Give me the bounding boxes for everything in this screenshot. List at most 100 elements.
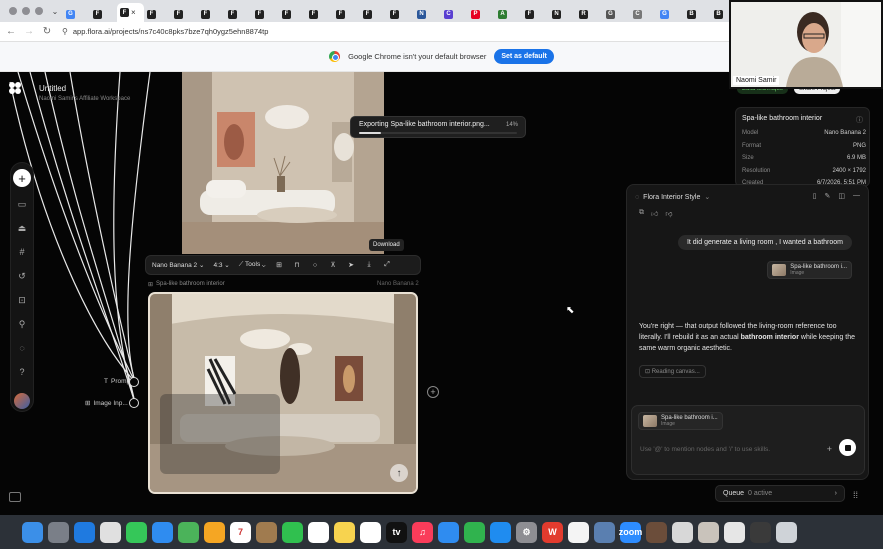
back-arrow-icon[interactable]: ← bbox=[4, 26, 18, 37]
dock-doc-thumb-4-icon[interactable] bbox=[724, 521, 745, 543]
dock-mail-icon[interactable] bbox=[152, 521, 173, 543]
chat-input[interactable]: Use '@' to mention nodes and '/' to use … bbox=[640, 446, 770, 453]
model-select[interactable]: Nano Banana 2 ⌄ bbox=[152, 261, 204, 269]
dock-notes-icon[interactable] bbox=[334, 521, 355, 543]
tools-select[interactable]: ⟋ Tools ⌄ bbox=[239, 261, 266, 269]
url-text[interactable]: app.flora.ai/projects/ns7c40c8pks7bze7qh… bbox=[73, 27, 269, 36]
dock-system-settings-icon[interactable]: ⚙ bbox=[516, 521, 537, 543]
dock-launchpad-icon[interactable] bbox=[48, 521, 69, 543]
lock-icon[interactable]: ⊓ bbox=[293, 261, 302, 270]
generated-image-node[interactable]: ↑ bbox=[148, 292, 418, 494]
expand-icon[interactable]: ⤢ bbox=[383, 261, 392, 270]
minimize-window-button[interactable] bbox=[22, 7, 30, 15]
dock-app-red-icon[interactable]: W bbox=[542, 521, 563, 543]
ratio-select[interactable]: 4:3 ⌄ bbox=[213, 261, 229, 269]
dock-doc-thumb-3-icon[interactable] bbox=[698, 521, 719, 543]
browser-tab[interactable]: F bbox=[522, 6, 549, 22]
dock-app-store-icon[interactable] bbox=[490, 521, 511, 543]
sidebar-icon[interactable]: ◫ bbox=[838, 192, 845, 200]
thumbs-up-icon[interactable]: 👍︎ bbox=[651, 209, 658, 218]
queue-bar[interactable]: Queue 0 active › bbox=[715, 485, 845, 502]
thumbs-down-icon[interactable]: 👎︎ bbox=[665, 209, 672, 218]
download-icon[interactable]: ⤓ bbox=[365, 261, 374, 270]
send-icon[interactable]: ➤ bbox=[347, 261, 356, 270]
close-window-button[interactable] bbox=[9, 7, 17, 15]
browser-tab[interactable]: F bbox=[333, 6, 360, 22]
stop-generation-button[interactable] bbox=[839, 439, 856, 456]
dock-numbers-icon[interactable] bbox=[464, 521, 485, 543]
dock-doc-thumb-2-icon[interactable] bbox=[672, 521, 693, 543]
dock-tv-icon[interactable]: tv bbox=[386, 521, 407, 543]
browser-tab[interactable]: G bbox=[603, 6, 630, 22]
circle-icon[interactable]: ○ bbox=[311, 261, 320, 270]
workspace-title[interactable]: Untitled bbox=[39, 84, 66, 93]
browser-tab[interactable]: N bbox=[549, 6, 576, 22]
reference-image-node[interactable] bbox=[182, 72, 384, 254]
browser-tab[interactable]: C bbox=[630, 6, 657, 22]
site-settings-icon[interactable]: ⚲ bbox=[62, 27, 68, 36]
browser-tab[interactable]: F bbox=[225, 6, 252, 22]
dock-freeform-icon[interactable] bbox=[360, 521, 381, 543]
flora-canvas[interactable]: Untitled Naomi Samir's Affiliate Workspa… bbox=[0, 72, 883, 515]
browser-tab[interactable]: R bbox=[576, 6, 603, 22]
frame-icon[interactable]: ⊡ bbox=[15, 293, 29, 307]
dock-maps-icon[interactable] bbox=[178, 521, 199, 543]
composer-attachment-chip[interactable]: Spa-like bathroom i... Image bbox=[638, 412, 723, 430]
browser-tab[interactable]: B bbox=[684, 6, 711, 22]
close-tab-icon[interactable]: × bbox=[131, 8, 136, 17]
browser-tab[interactable]: G bbox=[657, 6, 684, 22]
browser-tab[interactable]: F bbox=[279, 6, 306, 22]
search-icon[interactable]: ⚲ bbox=[15, 317, 29, 331]
dock-finder-icon[interactable] bbox=[22, 521, 43, 543]
dock-trash-icon[interactable] bbox=[776, 521, 797, 543]
url-field[interactable]: ⚲ app.flora.ai/projects/ns7c40c8pks7bze7… bbox=[62, 27, 268, 36]
avatar[interactable] bbox=[14, 393, 30, 409]
tab-search-icon[interactable]: ⌄ bbox=[49, 5, 61, 17]
history-icon[interactable]: ↺ bbox=[15, 269, 29, 283]
dock-reminders-icon[interactable] bbox=[308, 521, 329, 543]
browser-tab[interactable]: P bbox=[468, 6, 495, 22]
dock-chrome-icon[interactable] bbox=[100, 521, 121, 543]
copy-icon[interactable]: ⧉ bbox=[639, 209, 644, 218]
add-node-button[interactable]: + bbox=[13, 169, 31, 187]
browser-tab[interactable]: A bbox=[495, 6, 522, 22]
dock-capcut-icon[interactable] bbox=[568, 521, 589, 543]
add-connection-button[interactable]: + bbox=[427, 386, 439, 398]
browser-tab[interactable]: N bbox=[414, 6, 441, 22]
dock-notes-brown-icon[interactable] bbox=[256, 521, 277, 543]
minimize-icon[interactable]: — bbox=[853, 192, 860, 200]
dock-photos-icon[interactable] bbox=[204, 521, 225, 543]
set-default-button[interactable]: Set as default bbox=[494, 49, 554, 64]
prompt-port[interactable] bbox=[129, 377, 139, 387]
panel-toggle-icon[interactable] bbox=[9, 492, 21, 502]
chat-icon[interactable]: ◌ bbox=[15, 341, 29, 355]
upload-arrow-button[interactable]: ↑ bbox=[390, 464, 408, 482]
dock-preview-icon[interactable] bbox=[594, 521, 615, 543]
browser-tab[interactable]: F × bbox=[117, 3, 144, 22]
book-icon[interactable]: ▯ bbox=[813, 192, 817, 200]
dock-messages-icon[interactable] bbox=[126, 521, 147, 543]
dock-doc-thumb-1-icon[interactable] bbox=[646, 521, 667, 543]
flora-logo-icon[interactable] bbox=[8, 81, 22, 95]
crop-icon[interactable]: ⊞ bbox=[275, 261, 284, 270]
browser-tab[interactable]: F bbox=[144, 6, 171, 22]
browser-tab[interactable]: F bbox=[90, 6, 117, 22]
browser-tab[interactable]: F bbox=[171, 6, 198, 22]
browser-tab[interactable]: F bbox=[252, 6, 279, 22]
browser-tab[interactable]: F bbox=[360, 6, 387, 22]
stamp-icon[interactable]: ⏏ bbox=[15, 221, 29, 235]
chat-composer[interactable]: Spa-like bathroom i... Image Use '@' to m… bbox=[631, 405, 865, 475]
browser-tab[interactable]: G bbox=[63, 6, 90, 22]
dock-calendar-icon[interactable]: 7 bbox=[230, 521, 251, 543]
dock-zoom-icon[interactable]: zoom bbox=[619, 521, 642, 543]
reload-icon[interactable]: ↻ bbox=[40, 26, 54, 37]
hash-icon[interactable]: # bbox=[15, 245, 29, 259]
grid-dots-icon[interactable]: ⁞⁞ bbox=[853, 490, 858, 500]
browser-tab[interactable]: F bbox=[306, 6, 333, 22]
dock-facetime-icon[interactable] bbox=[282, 521, 303, 543]
help-icon[interactable]: ? bbox=[15, 365, 29, 379]
forward-arrow-icon[interactable]: → bbox=[22, 26, 36, 37]
dock-safari-icon[interactable] bbox=[74, 521, 95, 543]
browser-tab[interactable]: C bbox=[441, 6, 468, 22]
dock-keynote-icon[interactable] bbox=[438, 521, 459, 543]
